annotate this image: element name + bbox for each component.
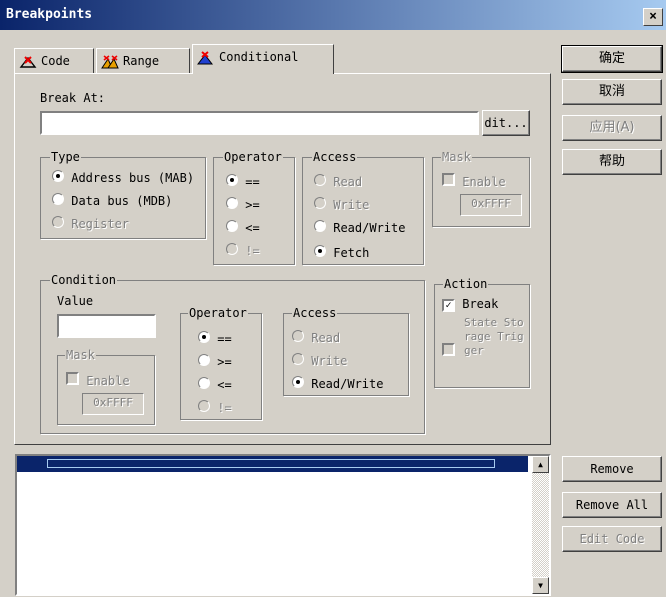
action-group-title: Action: [443, 277, 489, 291]
access-write-radio: Write: [314, 197, 369, 212]
window-title: Breakpoints: [6, 7, 93, 22]
tab-code[interactable]: Code: [14, 48, 94, 74]
condition-access-title: Access: [292, 306, 338, 320]
radio-icon: [52, 170, 64, 182]
checkbox-icon: [442, 173, 455, 186]
tab-conditional[interactable]: Conditional: [192, 44, 334, 74]
type-group-title: Type: [50, 150, 81, 164]
close-icon: ×: [649, 9, 657, 24]
scroll-up-button[interactable]: ▲: [532, 456, 549, 473]
range-tab-icon: [101, 54, 119, 68]
conditional-tab-icon: [197, 50, 214, 64]
radio-icon: [292, 376, 304, 388]
type-register-radio: Register: [52, 216, 129, 231]
condition-mask-enable-checkbox: Enable: [66, 372, 130, 388]
radio-icon: [314, 220, 326, 232]
condition-operator-title: Operator: [188, 306, 248, 320]
cancel-button[interactable]: 取消: [562, 79, 662, 105]
tab-conditional-label: Conditional: [219, 50, 299, 64]
list-scrollbar[interactable]: ▲ ▼: [532, 456, 549, 594]
breakpoint-list[interactable]: ▲ ▼: [15, 454, 551, 596]
condition-value-label: Value: [57, 294, 94, 308]
access-group-title: Access: [312, 150, 358, 164]
type-data-bus-radio[interactable]: Data bus (MDB): [52, 193, 204, 208]
apply-button: 应用(A): [562, 115, 662, 141]
edit-button[interactable]: dit...: [482, 110, 530, 136]
condition-operator-ge-radio[interactable]: >=: [198, 354, 232, 369]
checkbox-icon: [66, 372, 79, 385]
mask-enable-checkbox: Enable: [442, 173, 506, 189]
radio-icon: [292, 330, 304, 342]
radio-icon: [198, 354, 210, 366]
operator-group-title: Operator: [223, 150, 283, 164]
condition-mask-title: Mask: [65, 348, 96, 362]
radio-icon: [52, 193, 64, 205]
radio-icon: [198, 377, 210, 389]
condition-value-input[interactable]: [57, 314, 156, 338]
access-read-write-radio[interactable]: Read/Write: [314, 220, 405, 235]
access-read-radio: Read: [314, 174, 362, 189]
radio-icon: [314, 197, 326, 209]
break-at-label: Break At:: [40, 91, 106, 105]
condition-group-title: Condition: [50, 273, 118, 287]
close-button[interactable]: ×: [643, 8, 663, 26]
radio-icon: [314, 245, 326, 257]
tab-code-label: Code: [41, 54, 70, 68]
focus-rect: [47, 459, 495, 468]
check-icon: ✓: [442, 299, 455, 312]
condition-operator-eq-radio[interactable]: ==: [198, 331, 232, 346]
break-at-input[interactable]: [40, 111, 479, 135]
condition-access-read-radio: Read: [292, 330, 340, 345]
condition-operator-le-radio[interactable]: <=: [198, 377, 232, 392]
tab-range-label: Range: [123, 54, 160, 68]
remove-all-button[interactable]: Remove All: [562, 492, 662, 518]
radio-icon: [292, 353, 304, 365]
radio-icon: [314, 174, 326, 186]
radio-icon: [198, 331, 210, 343]
operator-ge-radio[interactable]: >=: [226, 197, 260, 212]
access-fetch-radio[interactable]: Fetch: [314, 245, 369, 260]
code-tab-icon: [19, 55, 37, 68]
title-bar: Breakpoints: [0, 0, 666, 30]
operator-ne-radio: !=: [226, 243, 260, 258]
operator-le-radio[interactable]: <=: [226, 220, 260, 235]
condition-mask-value-field: 0xFFFF: [82, 393, 144, 415]
state-storage-label: State Storage Trigger: [464, 316, 524, 357]
condition-operator-ne-radio: !=: [198, 400, 232, 415]
radio-icon: [226, 197, 238, 209]
tab-range[interactable]: Range: [96, 48, 190, 74]
help-button[interactable]: 帮助: [562, 149, 662, 175]
condition-access-read-write-radio[interactable]: Read/Write: [292, 376, 383, 391]
radio-icon: [226, 220, 238, 232]
operator-eq-radio[interactable]: ==: [226, 174, 260, 189]
radio-icon: [52, 216, 64, 228]
radio-icon: [226, 174, 238, 186]
remove-button[interactable]: Remove: [562, 456, 662, 482]
condition-access-write-radio: Write: [292, 353, 347, 368]
type-address-bus-radio[interactable]: Address bus (MAB): [52, 170, 204, 185]
action-break-checkbox[interactable]: ✓ Break: [442, 297, 498, 312]
edit-code-button: Edit Code: [562, 526, 662, 552]
ok-button[interactable]: 确定: [561, 45, 663, 73]
radio-icon: [198, 400, 210, 412]
radio-icon: [226, 243, 238, 255]
mask-group: [432, 157, 530, 227]
list-selected-row[interactable]: [17, 456, 528, 472]
mask-group-title: Mask: [441, 150, 472, 164]
mask-value-field: 0xFFFF: [460, 194, 522, 216]
state-storage-checkbox: [442, 343, 455, 356]
scroll-down-button[interactable]: ▼: [532, 577, 549, 594]
